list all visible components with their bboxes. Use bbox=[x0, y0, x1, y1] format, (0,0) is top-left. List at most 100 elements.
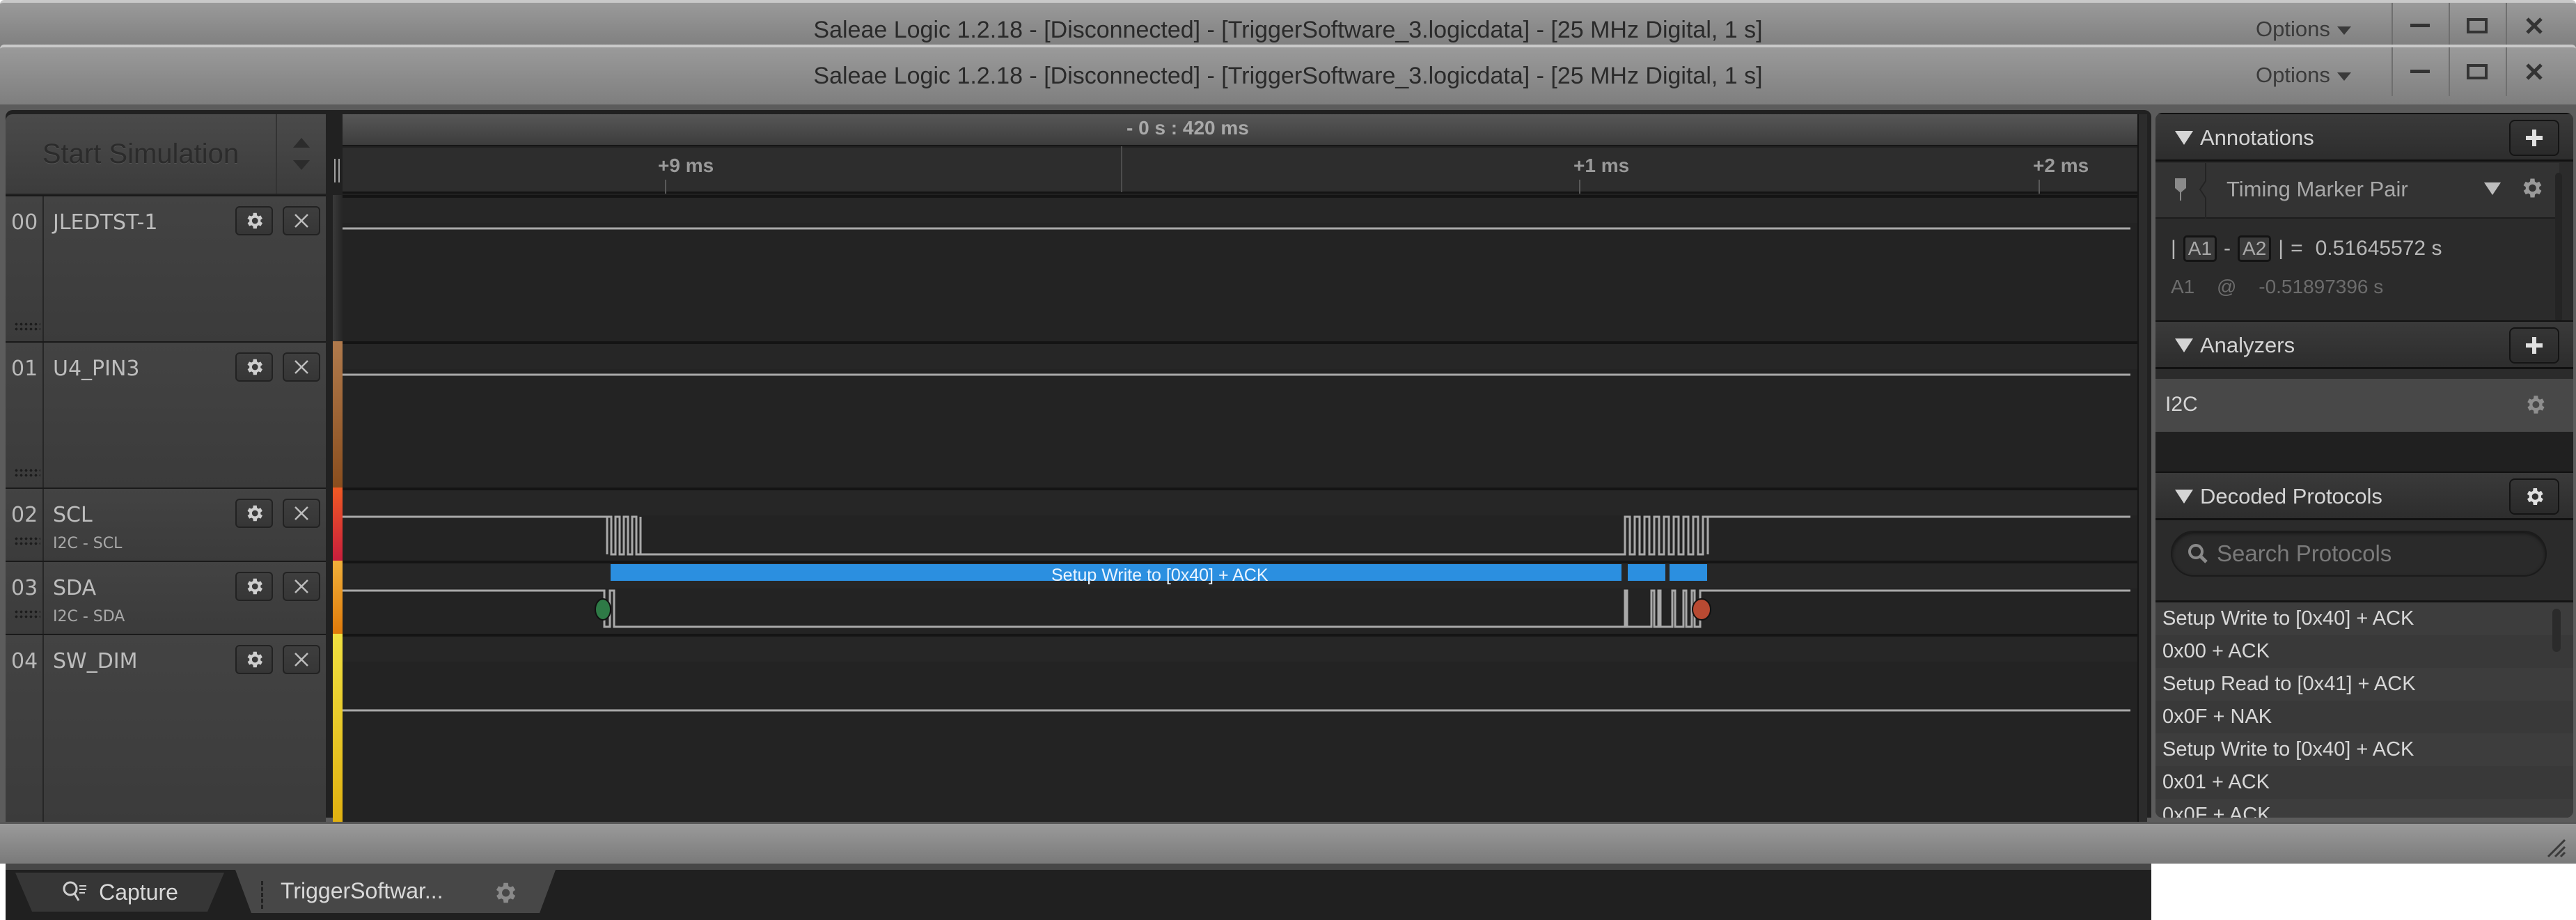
marker-a2-badge[interactable]: A2 bbox=[2238, 235, 2272, 262]
lane-separator bbox=[343, 634, 2137, 637]
tick-mark bbox=[2039, 180, 2040, 194]
search-protocols-field[interactable] bbox=[2171, 531, 2547, 577]
add-annotation-button[interactable] bbox=[2509, 120, 2559, 156]
lane-separator bbox=[343, 195, 2137, 198]
channel-name[interactable]: SCL bbox=[53, 503, 93, 527]
close-button[interactable] bbox=[2506, 47, 2561, 96]
channel-settings-button[interactable] bbox=[235, 572, 273, 601]
cursor-line bbox=[1121, 146, 1122, 192]
protocols-scrollbar[interactable] bbox=[2552, 609, 2561, 652]
channel-name[interactable]: JLEDTST-1 bbox=[53, 210, 157, 235]
channel-remove-button[interactable] bbox=[283, 206, 320, 235]
channel-number: 03 bbox=[6, 562, 44, 634]
options-menu[interactable]: Options bbox=[2256, 63, 2351, 88]
collapse-triangle-icon bbox=[2175, 338, 2193, 352]
tick-label: +9 ms bbox=[658, 155, 714, 176]
collapse-triangle-icon bbox=[2175, 131, 2193, 145]
background-options-menu[interactable]: Options bbox=[2256, 17, 2351, 42]
tab-session-file-label[interactable]: TriggerSoftwar... bbox=[281, 878, 443, 904]
channel-row[interactable]: 00 JLEDTST-1 bbox=[6, 195, 326, 341]
waveform-right-border bbox=[2137, 114, 2147, 823]
decoded-protocol-item[interactable]: Setup Read to [0x41] + ACK bbox=[2155, 668, 2573, 701]
decoded-protocol-item[interactable]: 0x0F + ACK bbox=[2155, 799, 2573, 818]
channel-name[interactable]: SW_DIM bbox=[53, 649, 138, 673]
analyzer-item[interactable]: I2C bbox=[2155, 379, 2573, 432]
gear-icon bbox=[247, 578, 262, 595]
timeline-ruler[interactable] bbox=[343, 148, 2137, 194]
decoded-protocol-item[interactable]: 0x00 + ACK bbox=[2155, 635, 2573, 668]
marker-a1-label: A1 bbox=[2171, 276, 2195, 297]
channel-row[interactable]: 04 SW_DIM bbox=[6, 634, 326, 823]
channel-name[interactable]: U4_PIN3 bbox=[53, 357, 140, 381]
channel-lane bbox=[343, 634, 2137, 823]
channel-remove-button[interactable] bbox=[283, 499, 320, 528]
analyzer-settings-icon[interactable] bbox=[2523, 393, 2547, 416]
channel-analyzer-label: I2C - SDA bbox=[53, 608, 125, 625]
channel-settings-button[interactable] bbox=[235, 352, 273, 382]
maximize-icon bbox=[2467, 18, 2488, 33]
dropdown-triangle-icon[interactable] bbox=[2484, 182, 2501, 196]
decoded-protocols-list[interactable]: Setup Write to [0x40] + ACK 0x00 + ACK Set… bbox=[2155, 600, 2573, 818]
decoded-protocol-item[interactable]: 0x0F + NAK bbox=[2155, 701, 2573, 733]
annotation-type-label: Timing Marker Pair bbox=[2226, 177, 2408, 201]
annotations-header[interactable]: Annotations bbox=[2155, 113, 2573, 162]
decoded-protocol-item[interactable]: Setup Write to [0x40] + ACK bbox=[2155, 733, 2573, 766]
channel-remove-button[interactable] bbox=[283, 352, 320, 382]
arrow-down-icon bbox=[293, 160, 310, 170]
background-maximize-button[interactable] bbox=[2449, 3, 2504, 49]
close-icon bbox=[2526, 63, 2543, 80]
drag-handle-icon[interactable] bbox=[14, 536, 40, 546]
annotation-item[interactable]: Timing Marker Pair bbox=[2155, 163, 2559, 219]
background-close-button[interactable] bbox=[2506, 3, 2561, 49]
timeline-left-handle[interactable] bbox=[334, 159, 340, 182]
channel-color-strip bbox=[333, 634, 343, 823]
annotations-scrollbar[interactable] bbox=[2555, 173, 2562, 322]
decoded-protocol-item[interactable]: 0x01 + ACK bbox=[2155, 766, 2573, 799]
channel-settings-button[interactable] bbox=[235, 206, 273, 235]
decoded-protocols-settings-button[interactable] bbox=[2509, 478, 2559, 515]
resize-grip-icon[interactable] bbox=[2545, 837, 2566, 858]
marker-a1-badge[interactable]: A1 bbox=[2183, 235, 2217, 262]
drag-handle-icon[interactable] bbox=[14, 322, 40, 332]
tab-settings-button[interactable] bbox=[492, 880, 518, 909]
channel-name[interactable]: SDA bbox=[53, 576, 96, 600]
window-title: Saleae Logic 1.2.18 - [Disconnected] - [… bbox=[813, 63, 1763, 89]
decoded-frame bbox=[1628, 564, 1665, 581]
add-analyzer-button[interactable] bbox=[2509, 327, 2559, 364]
lane-header bbox=[343, 637, 2137, 662]
waveform-display[interactable] bbox=[343, 195, 2137, 823]
drag-handle-icon[interactable] bbox=[14, 468, 40, 478]
drag-handle-icon[interactable] bbox=[14, 609, 40, 619]
channel-color-strip bbox=[333, 341, 343, 488]
channel-settings-button[interactable] bbox=[235, 499, 273, 528]
decoded-protocols-header[interactable]: Decoded Protocols bbox=[2155, 471, 2573, 520]
start-simulation-button[interactable]: Start Simulation bbox=[6, 114, 277, 194]
decoded-frame-label[interactable]: Setup Write to [0x40] + ACK bbox=[1051, 566, 1269, 586]
channel-row[interactable]: 02 SCL I2C - SCL bbox=[6, 488, 326, 561]
minimize-icon bbox=[2410, 24, 2430, 27]
simulation-options-button[interactable] bbox=[277, 114, 326, 194]
search-protocols-input[interactable] bbox=[2217, 540, 2537, 567]
minimize-icon bbox=[2410, 70, 2430, 73]
close-icon bbox=[294, 579, 308, 593]
marker-a1-position: A1 @ -0.51897396 s bbox=[2171, 276, 2383, 298]
background-minimize-button[interactable] bbox=[2392, 3, 2447, 49]
close-icon bbox=[2526, 17, 2543, 34]
marker-pin-icon bbox=[2175, 178, 2186, 201]
i2c-start-marker bbox=[595, 598, 611, 621]
decoded-protocol-item[interactable]: Setup Write to [0x40] + ACK bbox=[2155, 602, 2573, 635]
channel-remove-button[interactable] bbox=[283, 572, 320, 601]
channel-row[interactable]: 03 SDA I2C - SDA bbox=[6, 561, 326, 634]
maximize-button[interactable] bbox=[2449, 47, 2504, 96]
analyzers-header[interactable]: Analyzers bbox=[2155, 320, 2573, 369]
channel-settings-button[interactable] bbox=[235, 645, 273, 674]
minimize-button[interactable] bbox=[2392, 47, 2447, 96]
tab-separator bbox=[261, 881, 263, 909]
tab-capture[interactable]: Capture bbox=[15, 873, 224, 912]
options-label: Options bbox=[2256, 17, 2330, 41]
annotation-settings-icon[interactable] bbox=[2519, 176, 2544, 201]
gear-icon bbox=[2527, 488, 2543, 505]
lane-header bbox=[343, 490, 2137, 515]
channel-remove-button[interactable] bbox=[283, 645, 320, 674]
channel-row[interactable]: 01 U4_PIN3 bbox=[6, 341, 326, 488]
